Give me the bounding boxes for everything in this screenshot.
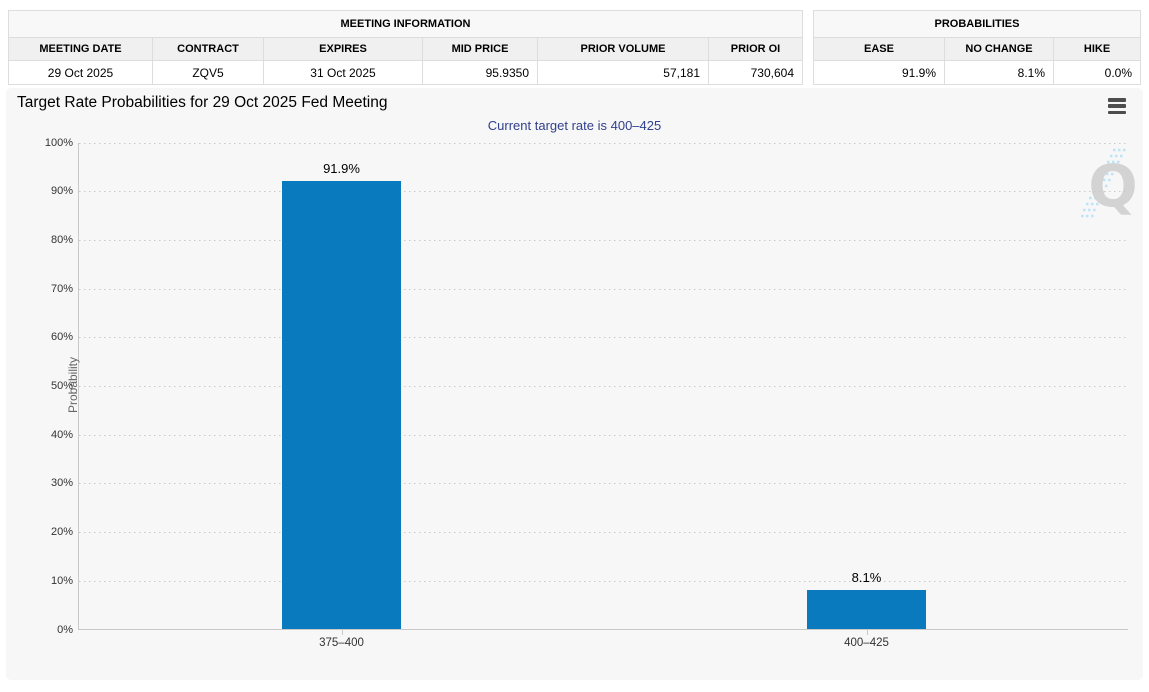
x-axis-category-label: 400–425 [807, 637, 927, 649]
x-axis-category-label: 375–400 [282, 637, 402, 649]
y-gridline [79, 240, 1128, 241]
y-axis-tick-label: 20% [33, 526, 73, 538]
col-no-change: NO CHANGE [945, 38, 1054, 61]
chart-title: Target Rate Probabilities for 29 Oct 202… [17, 94, 387, 112]
expires-value: 31 Oct 2025 [264, 61, 423, 85]
y-gridline [79, 386, 1128, 387]
y-axis-tick-label: 30% [33, 477, 73, 489]
menu-bar [1108, 98, 1126, 102]
hike-value: 0.0% [1054, 61, 1141, 85]
meeting-date-value: 29 Oct 2025 [9, 61, 153, 85]
meeting-table-row: 29 Oct 2025 ZQV5 31 Oct 2025 95.9350 57,… [9, 61, 803, 85]
meeting-information-table: MEETING INFORMATION MEETING DATE CONTRAC… [8, 10, 803, 85]
prior-volume-value: 57,181 [538, 61, 709, 85]
bar-data-label: 91.9% [302, 161, 382, 176]
mid-price-value: 95.9350 [423, 61, 538, 85]
col-contract: CONTRACT [153, 38, 264, 61]
ease-value: 91.9% [814, 61, 945, 85]
y-axis-tick-label: 80% [33, 234, 73, 246]
col-prior-oi: PRIOR OI [709, 38, 803, 61]
probability-bar[interactable] [807, 590, 926, 629]
probabilities-table: PROBABILITIES EASE NO CHANGE HIKE 91.9% … [813, 10, 1141, 85]
prior-oi-value: 730,604 [709, 61, 803, 85]
col-hike: HIKE [1054, 38, 1141, 61]
x-axis-tick [342, 630, 343, 635]
col-prior-volume: PRIOR VOLUME [538, 38, 709, 61]
y-gridline [79, 435, 1128, 436]
y-axis-tick-label: 90% [33, 185, 73, 197]
y-gridline [79, 532, 1128, 533]
probabilities-table-title: PROBABILITIES [814, 11, 1141, 38]
y-gridline [79, 143, 1128, 144]
col-ease: EASE [814, 38, 945, 61]
plot-area: Probability Target Rate (in bps) 0%10%20… [78, 143, 1128, 630]
y-gridline [79, 191, 1128, 192]
y-axis-tick-label: 0% [33, 624, 73, 636]
hamburger-menu-icon[interactable] [1108, 98, 1126, 114]
bar-data-label: 8.1% [827, 570, 907, 585]
fedwatch-page: MEETING INFORMATION MEETING DATE CONTRAC… [0, 0, 1149, 692]
y-gridline [79, 581, 1128, 582]
y-axis-tick-label: 40% [33, 429, 73, 441]
col-meeting-date: MEETING DATE [9, 38, 153, 61]
x-axis-tick [867, 630, 868, 635]
contract-value: ZQV5 [153, 61, 264, 85]
y-axis-tick-label: 60% [33, 331, 73, 343]
probability-bar[interactable] [282, 181, 401, 629]
meeting-table-title: MEETING INFORMATION [9, 11, 803, 38]
y-gridline [79, 483, 1128, 484]
col-mid-price: MID PRICE [423, 38, 538, 61]
target-rate-chart-panel: Target Rate Probabilities for 29 Oct 202… [6, 88, 1143, 680]
menu-bar [1108, 111, 1126, 115]
y-axis-tick-label: 50% [33, 380, 73, 392]
menu-bar [1108, 104, 1126, 108]
no-change-value: 8.1% [945, 61, 1054, 85]
probabilities-table-row: 91.9% 8.1% 0.0% [814, 61, 1141, 85]
y-gridline [79, 289, 1128, 290]
chart-subtitle: Current target rate is 400–425 [6, 118, 1143, 133]
col-expires: EXPIRES [264, 38, 423, 61]
y-axis-tick-label: 100% [33, 137, 73, 149]
y-axis-tick-label: 10% [33, 575, 73, 587]
y-gridline [79, 337, 1128, 338]
y-axis-tick-label: 70% [33, 283, 73, 295]
